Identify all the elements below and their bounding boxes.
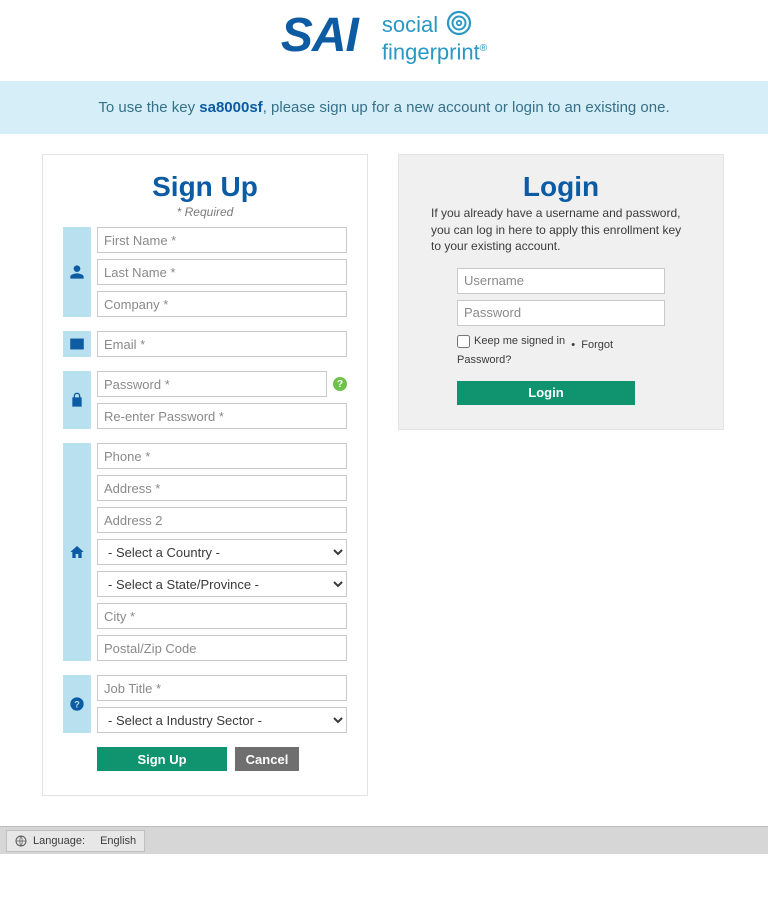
- registered-mark: ®: [480, 43, 487, 54]
- company-input[interactable]: [97, 291, 347, 317]
- first-name-input[interactable]: [97, 227, 347, 253]
- lock-icon: [69, 392, 85, 408]
- phone-input[interactable]: [97, 443, 347, 469]
- options-separator: •: [571, 339, 575, 351]
- banner-suffix: , please sign up for a new account or lo…: [263, 99, 670, 116]
- login-title: Login: [431, 171, 691, 203]
- industry-select[interactable]: - Select a Industry Sector -: [97, 707, 347, 733]
- sai-logo-text: SAI: [281, 8, 358, 63]
- home-icon: [69, 544, 85, 560]
- required-note: * Required: [63, 205, 347, 219]
- login-password-input[interactable]: [457, 300, 665, 326]
- language-value: English: [100, 835, 136, 847]
- username-input[interactable]: [457, 268, 665, 294]
- question-icon: ?: [69, 696, 85, 712]
- identity-group: [63, 227, 347, 317]
- city-input[interactable]: [97, 603, 347, 629]
- postal-input[interactable]: [97, 635, 347, 661]
- country-select[interactable]: - Select a Country -: [97, 539, 347, 565]
- login-intro: If you already have a username and passw…: [431, 205, 691, 254]
- cancel-button[interactable]: Cancel: [235, 747, 299, 771]
- header: SAI social fingerprint®: [0, 0, 768, 81]
- mail-icon: [69, 336, 85, 352]
- signup-button[interactable]: Sign Up: [97, 747, 227, 771]
- sf-word-bottom: fingerprint: [382, 39, 480, 64]
- globe-icon: [15, 835, 27, 847]
- language-label: Language:: [33, 835, 85, 847]
- email-group: [63, 331, 347, 357]
- state-select[interactable]: - Select a State/Province -: [97, 571, 347, 597]
- spiral-icon: [444, 8, 474, 38]
- login-panel: Login If you already have a username and…: [398, 154, 724, 430]
- reenter-password-input[interactable]: [97, 403, 347, 429]
- keep-signed-in-checkbox[interactable]: [457, 335, 470, 348]
- email-input[interactable]: [97, 331, 347, 357]
- password-group: ?: [63, 371, 347, 429]
- info-banner: To use the key sa8000sf, please sign up …: [0, 81, 768, 134]
- social-fingerprint-logo: social fingerprint®: [382, 8, 487, 63]
- banner-prefix: To use the key: [98, 99, 199, 116]
- password-input[interactable]: [97, 371, 327, 397]
- login-button[interactable]: Login: [457, 381, 635, 405]
- job-group: ? - Select a Industry Sector -: [63, 675, 347, 733]
- job-title-input[interactable]: [97, 675, 347, 701]
- keep-signed-in-text: Keep me signed in: [474, 334, 565, 349]
- sf-word-top: social: [382, 12, 438, 37]
- language-selector[interactable]: Language: English: [6, 830, 145, 852]
- keep-signed-in-label[interactable]: Keep me signed in: [457, 334, 565, 349]
- signup-panel: Sign Up * Required: [42, 154, 368, 796]
- last-name-input[interactable]: [97, 259, 347, 285]
- signup-title: Sign Up: [63, 171, 347, 203]
- address-input[interactable]: [97, 475, 347, 501]
- footer-bar: Language: English: [0, 826, 768, 854]
- address-group: - Select a Country - - Select a State/Pr…: [63, 443, 347, 661]
- svg-text:?: ?: [74, 700, 80, 710]
- password-help-icon[interactable]: ?: [333, 377, 347, 391]
- enrollment-key: sa8000sf: [199, 99, 262, 116]
- brand-logo: SAI social fingerprint®: [281, 8, 487, 63]
- address2-input[interactable]: [97, 507, 347, 533]
- person-icon: [69, 264, 85, 280]
